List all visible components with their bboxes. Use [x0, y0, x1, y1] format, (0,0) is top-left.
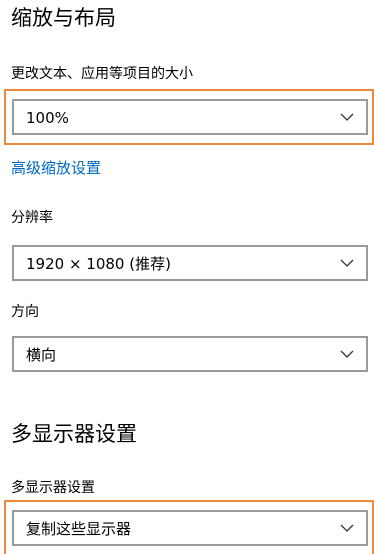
multi-display-dropdown-value: 复制这些显示器 [26, 520, 132, 538]
advanced-scaling-link[interactable]: 高级缩放设置 [11, 158, 101, 178]
multi-display-dropdown[interactable]: 复制这些显示器 [12, 510, 368, 546]
chevron-down-icon [340, 350, 354, 358]
orientation-dropdown-value: 横向 [26, 346, 57, 364]
section-title-scale-layout: 缩放与布局 [11, 6, 116, 30]
chevron-down-icon [340, 524, 354, 532]
text-size-dropdown-value: 100% [26, 109, 69, 127]
chevron-down-icon [340, 113, 354, 121]
text-size-label: 更改文本、应用等项目的大小 [11, 66, 193, 82]
chevron-down-icon [340, 259, 354, 267]
resolution-label: 分辨率 [11, 210, 53, 226]
multi-display-label: 多显示器设置 [11, 480, 95, 496]
section-title-multi-display: 多显示器设置 [11, 422, 137, 446]
resolution-dropdown[interactable]: 1920 × 1080 (推荐) [12, 245, 368, 281]
resolution-dropdown-value: 1920 × 1080 (推荐) [26, 255, 171, 273]
orientation-label: 方向 [11, 304, 39, 320]
text-size-dropdown[interactable]: 100% [12, 99, 368, 135]
orientation-dropdown[interactable]: 横向 [12, 336, 368, 372]
